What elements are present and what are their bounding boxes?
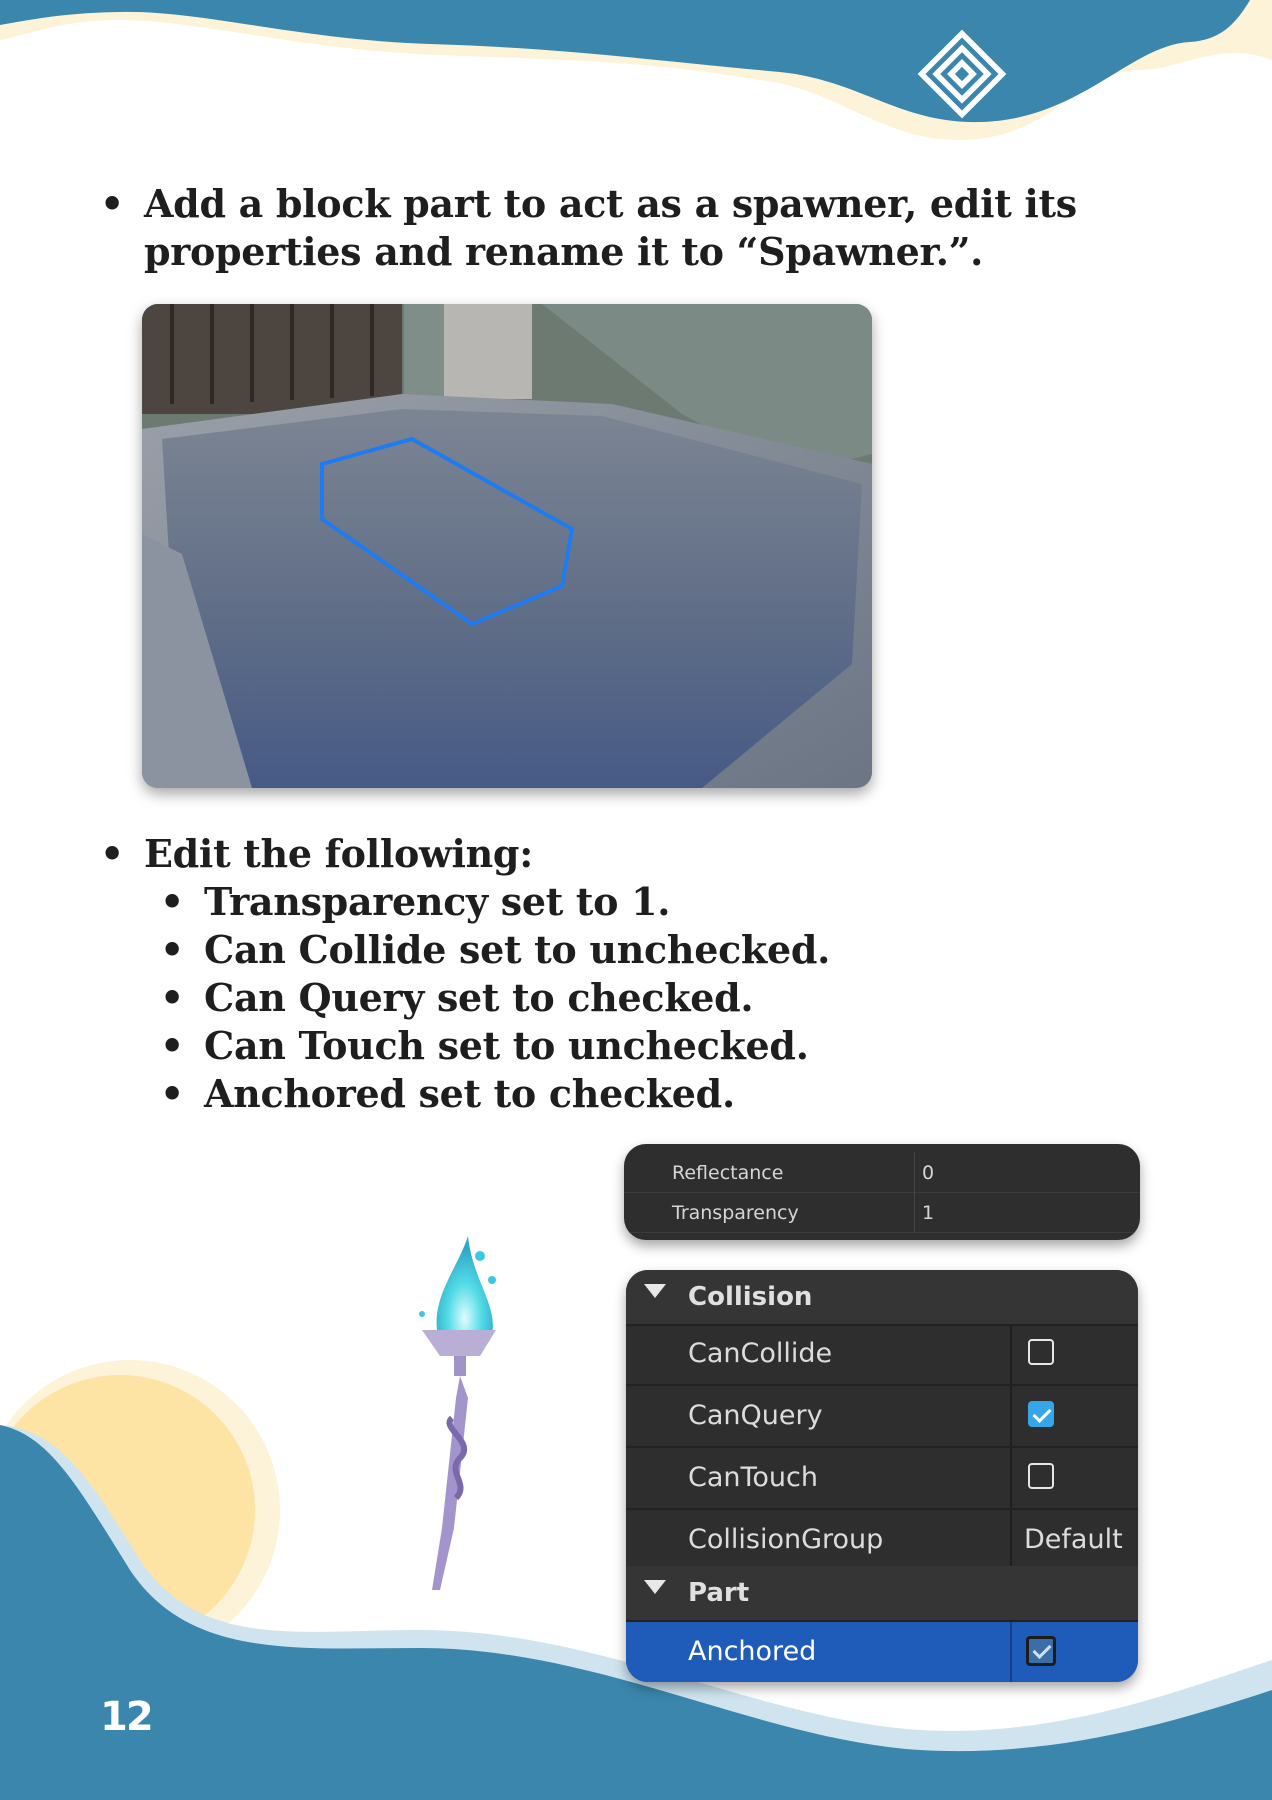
property-label: Anchored [688, 1636, 817, 1667]
diamond-logo-icon [917, 29, 1007, 119]
properties-panel-collision: Collision CanCollide CanQuery CanTouch C… [626, 1270, 1138, 1682]
sub-bullet-text: Transparency set to 1. [204, 879, 671, 924]
property-row-canquery[interactable]: CanQuery [626, 1386, 1138, 1448]
column-divider [1010, 1510, 1012, 1570]
property-row-collisiongroup[interactable]: CollisionGroup Default [626, 1510, 1138, 1572]
property-row-cancollide[interactable]: CanCollide [626, 1324, 1138, 1386]
canquery-checkbox[interactable] [1028, 1401, 1054, 1427]
bullet-dot: • [160, 975, 184, 1020]
bullet-dot: • [160, 1071, 184, 1116]
sub-bullet-text: Anchored set to checked. [204, 1071, 735, 1116]
cantouch-checkbox[interactable] [1028, 1463, 1054, 1489]
top-wave-decoration [0, 0, 1272, 140]
column-divider [914, 1152, 915, 1192]
bullet-dot: • [160, 1023, 184, 1068]
studio-scene-screenshot [142, 304, 872, 788]
property-value[interactable]: 1 [922, 1202, 934, 1224]
property-row-anchored[interactable]: Anchored [626, 1622, 1138, 1682]
column-divider [1010, 1448, 1012, 1508]
expand-triangle-icon[interactable] [644, 1580, 666, 1594]
sub-bullet-text: Can Query set to checked. [204, 975, 754, 1020]
bullet-dot: • [100, 831, 124, 876]
property-row-transparency[interactable]: Transparency 1 [624, 1192, 1140, 1233]
section-header-collision[interactable]: Collision [626, 1270, 1138, 1326]
property-label: Transparency [672, 1202, 799, 1224]
column-divider [1010, 1622, 1012, 1682]
property-label: Reflectance [672, 1162, 784, 1184]
property-label: CanQuery [688, 1400, 823, 1431]
property-value[interactable]: 0 [922, 1162, 934, 1184]
section-header-label: Part [688, 1578, 750, 1608]
instruction-heading-2: Edit the following: [144, 831, 533, 876]
property-label: CanCollide [688, 1338, 833, 1369]
bullet-dot: • [160, 879, 184, 924]
magic-staff-illustration [419, 1236, 496, 1590]
collisiongroup-value[interactable]: Default [1024, 1524, 1123, 1555]
bullet-dot: • [100, 181, 124, 226]
section-header-label: Collision [688, 1282, 813, 1312]
column-divider [914, 1192, 915, 1232]
property-row-reflectance[interactable]: Reflectance 0 [624, 1152, 1140, 1193]
cancollide-checkbox[interactable] [1028, 1339, 1054, 1365]
section-header-part[interactable]: Part [626, 1566, 1138, 1622]
property-label: CollisionGroup [688, 1524, 884, 1555]
sub-bullet-text: Can Collide set to unchecked. [204, 927, 831, 972]
property-row-cantouch[interactable]: CanTouch [626, 1448, 1138, 1510]
anchored-checkbox[interactable] [1026, 1636, 1056, 1666]
column-divider [1010, 1324, 1012, 1384]
sub-bullet-text: Can Touch set to unchecked. [204, 1023, 809, 1068]
page-number: 12 [100, 1694, 154, 1740]
column-divider [1010, 1386, 1012, 1446]
property-label: CanTouch [688, 1462, 819, 1493]
expand-triangle-icon[interactable] [644, 1284, 666, 1298]
bullet-dot: • [160, 927, 184, 972]
instruction-text-1: Add a block part to act as a spawner, ed… [144, 181, 1077, 274]
properties-panel-appearance: Reflectance 0 Transparency 1 [624, 1144, 1140, 1240]
